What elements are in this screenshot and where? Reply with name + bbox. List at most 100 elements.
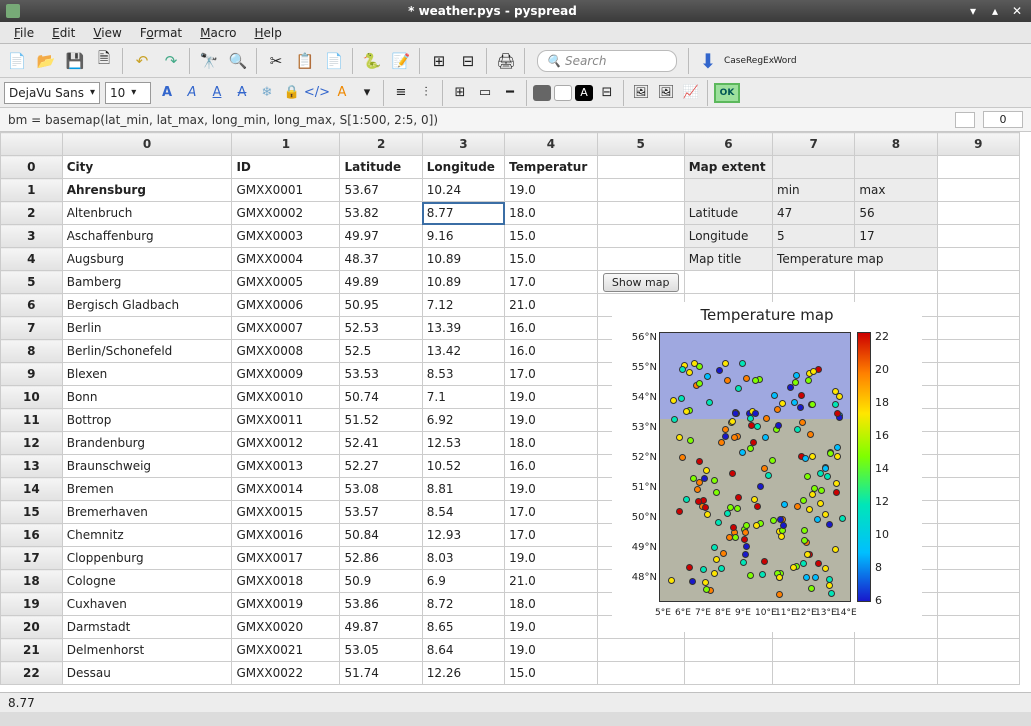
- row-header[interactable]: 0: [1, 156, 63, 179]
- cell[interactable]: 19.0: [505, 409, 598, 432]
- italic-icon[interactable]: A: [181, 82, 203, 104]
- align-left-icon[interactable]: ≡: [390, 82, 412, 104]
- selected-cell[interactable]: 8.77: [422, 202, 504, 225]
- cell[interactable]: 12.53: [422, 432, 504, 455]
- search-input[interactable]: 🔍 Search: [537, 50, 677, 72]
- cell[interactable]: [937, 179, 1019, 202]
- cell[interactable]: [773, 271, 855, 294]
- cell[interactable]: Cuxhaven: [62, 593, 232, 616]
- cell[interactable]: Bergisch Gladbach: [62, 294, 232, 317]
- cell[interactable]: [937, 432, 1019, 455]
- regex-toggle[interactable]: RegEx: [749, 50, 771, 72]
- cell[interactable]: GMXX0017: [232, 547, 340, 570]
- cell[interactable]: Latitude: [684, 202, 772, 225]
- cell[interactable]: [937, 202, 1019, 225]
- cell[interactable]: [937, 547, 1019, 570]
- cell[interactable]: Cologne: [62, 570, 232, 593]
- cell[interactable]: 12.93: [422, 524, 504, 547]
- cell[interactable]: [937, 593, 1019, 616]
- code-icon[interactable]: </>: [306, 82, 328, 104]
- row-header[interactable]: 20: [1, 616, 63, 639]
- cell[interactable]: GMXX0016: [232, 524, 340, 547]
- cell[interactable]: [855, 156, 937, 179]
- cell[interactable]: Delmenhorst: [62, 639, 232, 662]
- cell[interactable]: Darmstadt: [62, 616, 232, 639]
- row-header[interactable]: 9: [1, 363, 63, 386]
- cell[interactable]: 8.53: [422, 363, 504, 386]
- col-header[interactable]: 8: [855, 133, 937, 156]
- cut-icon[interactable]: ✂: [263, 48, 289, 74]
- row-header[interactable]: 11: [1, 409, 63, 432]
- chart-icon[interactable]: 📈: [680, 82, 702, 104]
- save-icon[interactable]: 💾: [62, 48, 88, 74]
- cell[interactable]: [597, 179, 684, 202]
- cell[interactable]: [937, 524, 1019, 547]
- show-map-button[interactable]: Show map: [603, 273, 679, 292]
- paste-icon[interactable]: 📄: [321, 48, 347, 74]
- cell[interactable]: 13.42: [422, 340, 504, 363]
- menu-format[interactable]: Format: [132, 24, 190, 42]
- cell[interactable]: 50.95: [340, 294, 422, 317]
- new-icon[interactable]: 📄: [4, 48, 30, 74]
- col-header[interactable]: 4: [505, 133, 598, 156]
- cell[interactable]: 19.0: [505, 386, 598, 409]
- cell[interactable]: 17.0: [505, 524, 598, 547]
- text-contrast-icon[interactable]: A: [575, 85, 593, 101]
- cell[interactable]: GMXX0014: [232, 478, 340, 501]
- cell[interactable]: [773, 156, 855, 179]
- cell[interactable]: ID: [232, 156, 340, 179]
- cell[interactable]: GMXX0020: [232, 616, 340, 639]
- cell[interactable]: [937, 616, 1019, 639]
- row-header[interactable]: 18: [1, 570, 63, 593]
- menu-macro[interactable]: Macro: [192, 24, 244, 42]
- row-header[interactable]: 17: [1, 547, 63, 570]
- fill-dark-icon[interactable]: [533, 85, 551, 101]
- chevron-down-icon[interactable]: ▾: [356, 82, 378, 104]
- row-header[interactable]: 1: [1, 179, 63, 202]
- print-icon[interactable]: 🖨: [493, 48, 519, 74]
- cell[interactable]: [855, 271, 937, 294]
- cell[interactable]: [937, 363, 1019, 386]
- cell[interactable]: Map extent: [684, 156, 772, 179]
- cell[interactable]: GMXX0002: [232, 202, 340, 225]
- cell[interactable]: [597, 225, 684, 248]
- cell[interactable]: 5: [773, 225, 855, 248]
- cell[interactable]: GMXX0001: [232, 179, 340, 202]
- cell[interactable]: 16.0: [505, 455, 598, 478]
- cell[interactable]: [597, 202, 684, 225]
- cell[interactable]: GMXX0012: [232, 432, 340, 455]
- cell[interactable]: GMXX0006: [232, 294, 340, 317]
- menu-view[interactable]: View: [85, 24, 129, 42]
- cell[interactable]: [773, 662, 855, 685]
- cell[interactable]: Bremen: [62, 478, 232, 501]
- formula-input[interactable]: bm = basemap(lat_min, lat_max, long_min,…: [8, 113, 947, 127]
- cell[interactable]: Cloppenburg: [62, 547, 232, 570]
- cell[interactable]: GMXX0008: [232, 340, 340, 363]
- cell[interactable]: [937, 340, 1019, 363]
- cell[interactable]: GMXX0010: [232, 386, 340, 409]
- cell[interactable]: 7.12: [422, 294, 504, 317]
- lock-icon[interactable]: 🔒: [281, 82, 303, 104]
- insert-col-icon[interactable]: ⊟: [455, 48, 481, 74]
- cell[interactable]: 56: [855, 202, 937, 225]
- cell[interactable]: 49.87: [340, 616, 422, 639]
- cell[interactable]: 8.64: [422, 639, 504, 662]
- col-header[interactable]: 2: [340, 133, 422, 156]
- cell[interactable]: GMXX0013: [232, 455, 340, 478]
- cell[interactable]: 13.39: [422, 317, 504, 340]
- cell[interactable]: 50.9: [340, 570, 422, 593]
- arrow-down-icon[interactable]: ⬇: [695, 48, 721, 74]
- cell[interactable]: GMXX0011: [232, 409, 340, 432]
- col-header[interactable]: 9: [937, 133, 1019, 156]
- border-all-icon[interactable]: ⊞: [449, 82, 471, 104]
- cell[interactable]: [937, 662, 1019, 685]
- cell[interactable]: [684, 662, 772, 685]
- col-header[interactable]: 7: [773, 133, 855, 156]
- cell[interactable]: Temperatur: [505, 156, 598, 179]
- cell[interactable]: 19.0: [505, 179, 598, 202]
- cell[interactable]: GMXX0005: [232, 271, 340, 294]
- cell[interactable]: Berlin/Schonefeld: [62, 340, 232, 363]
- cell[interactable]: GMXX0009: [232, 363, 340, 386]
- cell[interactable]: 52.53: [340, 317, 422, 340]
- col-header[interactable]: 3: [422, 133, 504, 156]
